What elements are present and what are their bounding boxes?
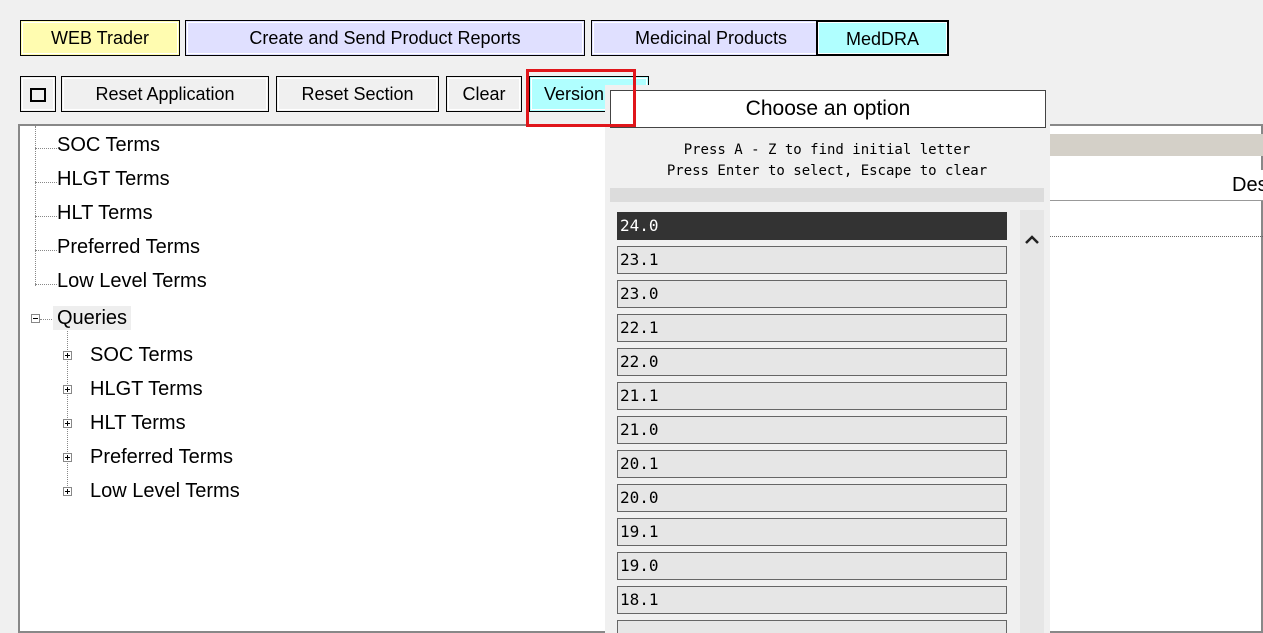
version-option[interactable]: 22.0	[617, 348, 1007, 376]
tree-connector	[35, 148, 57, 149]
query-item-soc-terms[interactable]: SOC Terms	[90, 344, 193, 366]
version-option[interactable]: 21.1	[617, 382, 1007, 410]
tree-connector	[35, 182, 57, 183]
expand-icon[interactable]	[63, 487, 72, 496]
grid-column-header[interactable]: Desc	[1050, 170, 1263, 201]
reset-application-button[interactable]: Reset Application	[61, 76, 269, 112]
tab-meddra[interactable]: MedDRA	[816, 20, 949, 56]
version-option[interactable]: 22.1	[617, 314, 1007, 342]
version-option[interactable]: 20.0	[617, 484, 1007, 512]
tree-item-soc-terms[interactable]: SOC Terms	[57, 134, 160, 156]
toggle-panel-button[interactable]	[20, 76, 56, 112]
version-option[interactable]	[617, 620, 1007, 633]
query-item-preferred-terms[interactable]: Preferred Terms	[90, 446, 233, 468]
query-item-low-level-terms[interactable]: Low Level Terms	[90, 480, 240, 502]
tree-connector	[35, 216, 57, 217]
tab-web-trader[interactable]: WEB Trader	[20, 20, 180, 56]
version-option[interactable]: 19.0	[617, 552, 1007, 580]
tab-create-send-reports[interactable]: Create and Send Product Reports	[185, 20, 585, 56]
version-option[interactable]: 19.1	[617, 518, 1007, 546]
tree-item-hlt-terms[interactable]: HLT Terms	[57, 202, 153, 224]
query-item-hlgt-terms[interactable]: HLGT Terms	[90, 378, 203, 400]
column-header-desc: Desc	[1232, 174, 1263, 196]
expand-icon[interactable]	[63, 351, 72, 360]
clear-button[interactable]: Clear	[446, 76, 522, 112]
tree-connector	[40, 319, 52, 320]
version-dropdown: Choose an option Press A - Z to find ini…	[605, 85, 1050, 633]
dropdown-scrollbar[interactable]	[1020, 210, 1044, 633]
tree-connector	[35, 284, 57, 285]
expand-icon[interactable]	[63, 453, 72, 462]
chevron-up-icon[interactable]	[1020, 228, 1044, 252]
version-option[interactable]: 20.1	[617, 450, 1007, 478]
tree-item-queries[interactable]: Queries	[53, 306, 132, 330]
tree-item-low-level-terms[interactable]: Low Level Terms	[57, 270, 207, 292]
tree-guide-top	[35, 126, 36, 286]
dropdown-hint-enter: Press Enter to select, Escape to clear	[666, 163, 988, 179]
tree-connector	[35, 250, 57, 251]
reset-section-button[interactable]: Reset Section	[276, 76, 439, 112]
tree-item-preferred-terms[interactable]: Preferred Terms	[57, 236, 200, 258]
version-option[interactable]: 21.0	[617, 416, 1007, 444]
grid-row-separator	[1050, 236, 1263, 237]
expand-icon[interactable]	[63, 385, 72, 394]
highlight-box	[526, 69, 636, 127]
version-option[interactable]: 23.1	[617, 246, 1007, 274]
dropdown-title: Choose an option	[610, 90, 1046, 128]
dropdown-divider	[610, 188, 1044, 202]
tree-item-hlgt-terms[interactable]: HLGT Terms	[57, 168, 170, 190]
tab-medicinal-products[interactable]: Medicinal Products	[591, 20, 831, 56]
dropdown-hint-letter: Press A - Z to find initial letter	[683, 142, 971, 158]
square-icon	[30, 88, 46, 103]
version-option[interactable]: 18.1	[617, 586, 1007, 614]
grid-header-strip	[1050, 134, 1263, 156]
expand-icon[interactable]	[63, 419, 72, 428]
collapse-queries-icon[interactable]	[31, 314, 40, 323]
query-item-hlt-terms[interactable]: HLT Terms	[90, 412, 186, 434]
version-option[interactable]: 24.0	[617, 212, 1007, 240]
version-option[interactable]: 23.0	[617, 280, 1007, 308]
